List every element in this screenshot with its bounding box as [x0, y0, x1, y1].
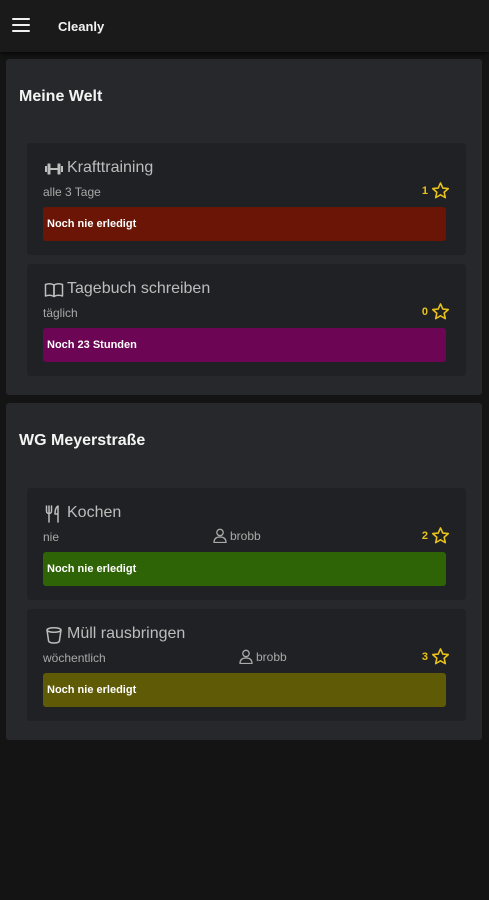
- group-title: WG Meyerstraße: [19, 432, 146, 449]
- points-value: 1: [421, 184, 428, 197]
- dumbbell-icon: [45, 163, 63, 175]
- points-value: 2: [421, 529, 428, 542]
- status-bar[interactable]: Noch 23 Stunden: [43, 328, 446, 362]
- task-points: 0: [422, 302, 450, 321]
- star-icon: [431, 182, 450, 199]
- task-name: Krafttraining: [67, 159, 154, 176]
- star-icon: [431, 527, 450, 544]
- group-card-wg-meyerstrasse: WG Meyerstraße Kochen nie brobb 2 Noch n…: [6, 403, 482, 740]
- hamburger-menu-icon[interactable]: [12, 18, 30, 32]
- assignee-name: brobb: [230, 528, 261, 543]
- status-text: Noch nie erledigt: [47, 684, 137, 696]
- task-frequency: alle 3 Tage: [43, 185, 101, 199]
- status-text: Noch nie erledigt: [47, 563, 137, 575]
- star-icon: [431, 303, 450, 320]
- user-icon: [213, 528, 227, 543]
- status-text: Noch nie erledigt: [47, 218, 137, 230]
- task-points: 1: [422, 181, 450, 200]
- task-frequency: nie: [43, 530, 60, 544]
- points-value: 3: [421, 650, 428, 663]
- task-points: 3: [422, 647, 450, 666]
- app-bar: Cleanly: [0, 0, 489, 52]
- task-points: 2: [422, 526, 450, 545]
- task-card-tagebuch-schreiben[interactable]: Tagebuch schreiben täglich 0 Noch 23 Stu…: [27, 264, 466, 376]
- status-bar[interactable]: Noch nie erledigt: [43, 552, 446, 586]
- bucket-icon: [46, 626, 62, 644]
- task-card-kochen[interactable]: Kochen nie brobb 2 Noch nie erledigt: [27, 488, 466, 600]
- app-title: Cleanly: [58, 19, 105, 34]
- task-card-muell-rausbringen[interactable]: Müll rausbringen wöchentlich brobb 3 Noc…: [27, 609, 466, 721]
- task-name: Kochen: [67, 504, 122, 521]
- task-card-krafttraining[interactable]: Krafttraining alle 3 Tage 1 Noch nie erl…: [27, 143, 466, 255]
- star-icon: [431, 648, 450, 665]
- task-frequency: täglich: [43, 306, 78, 320]
- user-icon: [239, 649, 253, 664]
- group-card-meine-welt: Meine Welt Krafttraining alle 3 Tage 1 N…: [6, 59, 482, 395]
- task-assignee: brobb: [239, 649, 287, 664]
- status-text: Noch 23 Stunden: [47, 339, 137, 351]
- status-bar[interactable]: Noch nie erledigt: [43, 207, 446, 241]
- utensils-icon: [45, 505, 59, 523]
- book-open-icon: [44, 283, 64, 298]
- assignee-name: brobb: [256, 649, 287, 664]
- status-bar[interactable]: Noch nie erledigt: [43, 673, 446, 707]
- task-assignee: brobb: [213, 528, 261, 543]
- group-title: Meine Welt: [19, 88, 103, 105]
- task-name: Müll rausbringen: [67, 625, 186, 642]
- task-frequency: wöchentlich: [43, 651, 106, 665]
- task-name: Tagebuch schreiben: [67, 280, 211, 297]
- points-value: 0: [421, 305, 428, 318]
